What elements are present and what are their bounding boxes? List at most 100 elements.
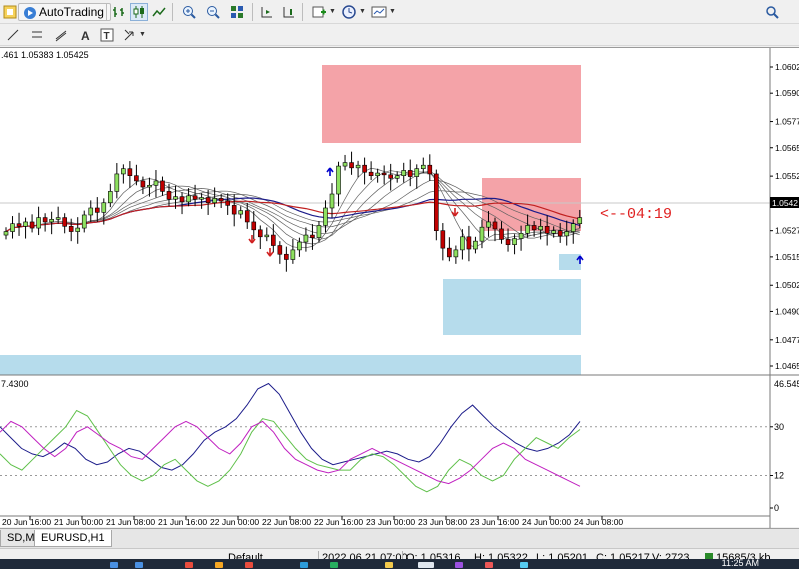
price-tick-label: 1.0565 (775, 143, 799, 153)
candle-body (551, 230, 556, 234)
candle-body (3, 231, 9, 236)
arrows-icon[interactable] (120, 26, 138, 44)
periods-dropdown-icon[interactable]: ▼ (359, 8, 366, 15)
zoom-in-icon[interactable] (180, 3, 198, 21)
arrows-dropdown-icon[interactable]: ▼ (139, 31, 146, 38)
time-tick-label: 22 Jun 00:00 (210, 517, 259, 527)
candle-body (453, 249, 459, 258)
candle-body (290, 249, 296, 260)
time-tick-label: 21 Jun 08:00 (106, 517, 155, 527)
candle-body (505, 239, 511, 245)
candle-body (114, 173, 120, 192)
candle-body (192, 195, 198, 200)
autotrading-label: AutoTrading (39, 5, 104, 19)
candle-body (179, 196, 185, 203)
candle-body (375, 172, 380, 176)
candle-body (121, 168, 126, 175)
candle-body (538, 226, 543, 231)
windows-taskbar: 11:25 AM (0, 559, 799, 569)
new-order-icon[interactable] (1, 3, 19, 21)
price-chart[interactable]: 30 12 0 1.0602 1.0590 1.0577 1.0565 1.0552 1.05… (0, 48, 799, 528)
symbol-ohlc-label: .461 1.05383 1.05425 (1, 50, 89, 60)
taskbar-app-icon[interactable] (385, 562, 393, 568)
candle-body (381, 172, 387, 176)
tile-windows-icon[interactable] (228, 3, 246, 21)
taskbar-app-icon[interactable] (330, 562, 338, 568)
taskbar-app-icon[interactable] (418, 562, 434, 568)
zoom-out-icon[interactable] (204, 3, 222, 21)
text-icon[interactable]: A (76, 26, 94, 44)
line-tool-icon[interactable] (4, 26, 22, 44)
candle-body (251, 221, 257, 231)
indicators-icon[interactable] (310, 3, 328, 21)
indicator-max-label: 46.5450 (774, 379, 799, 389)
candle-body (257, 229, 263, 238)
candle-body (349, 162, 354, 169)
price-zone (559, 254, 581, 270)
bar-chart-icon[interactable] (110, 3, 128, 21)
candle-body (420, 164, 426, 170)
time-tick-label: 20 Jun 16:00 (2, 517, 51, 527)
candle-body (473, 240, 478, 250)
candle-body (499, 228, 504, 240)
candle-body (401, 170, 407, 176)
indicators-dropdown-icon[interactable]: ▼ (329, 8, 336, 15)
candle-body (238, 210, 244, 215)
candle-body (434, 173, 439, 231)
chart-shift-icon[interactable] (280, 3, 298, 21)
candle-body (160, 180, 165, 192)
taskbar-app-icon[interactable] (245, 562, 253, 568)
buy-arrow-icon (326, 167, 334, 176)
taskbar-app-icon[interactable] (185, 562, 193, 568)
candle-body (68, 226, 74, 232)
candle-body (336, 165, 341, 195)
line-chart-icon[interactable] (150, 3, 168, 21)
taskbar-app-icon[interactable] (520, 562, 528, 568)
taskbar-app-icon[interactable] (135, 562, 143, 568)
candle-body (368, 171, 374, 176)
chart-window[interactable]: 30 12 0 1.0602 1.0590 1.0577 1.0565 1.0552 1.05… (0, 47, 799, 528)
candle-body (414, 168, 420, 177)
candle-body (127, 168, 133, 176)
candle-body (101, 202, 107, 213)
candle-body (486, 221, 491, 228)
candle-body (94, 207, 100, 213)
price-tick-label: 1.0465 (775, 361, 799, 371)
templates-icon[interactable] (370, 3, 388, 21)
candle-body (147, 184, 152, 188)
taskbar-app-icon[interactable] (455, 562, 463, 568)
price-tick-label: 1.0602 (775, 62, 799, 72)
candle-body (355, 164, 361, 169)
price-zone (443, 279, 581, 335)
candle-body (310, 234, 315, 238)
price-zone (322, 65, 581, 143)
candle-body (323, 207, 328, 226)
candle-body (394, 175, 400, 179)
candle-body (29, 221, 35, 229)
autotrading-button[interactable]: AutoTrading (18, 3, 111, 21)
taskbar-app-icon[interactable] (485, 562, 493, 568)
candle-body (512, 238, 517, 245)
taskbar-app-icon[interactable] (300, 562, 308, 568)
candle-body (16, 223, 22, 227)
templates-dropdown-icon[interactable]: ▼ (389, 8, 396, 15)
candle-body (205, 197, 211, 204)
periods-icon[interactable] (340, 3, 358, 21)
candlestick-icon[interactable] (130, 3, 148, 21)
text-label-icon[interactable]: T (98, 26, 116, 44)
candle-body (518, 233, 524, 239)
candle-body (153, 180, 159, 186)
sell-arrow-icon (266, 248, 274, 257)
tab-eurusd-h1[interactable]: EURUSD,H1 (34, 530, 112, 547)
candle-body (329, 193, 335, 209)
indicator-value-label: 7.4300 (1, 379, 29, 389)
search-icon[interactable] (763, 3, 781, 21)
auto-scroll-icon[interactable] (258, 3, 276, 21)
candle-body (466, 236, 472, 250)
trendline-icon[interactable] (52, 26, 70, 44)
taskbar-app-icon[interactable] (215, 562, 223, 568)
taskbar-app-icon[interactable] (110, 562, 118, 568)
horizontal-line-icon[interactable] (28, 26, 46, 44)
time-tick-label: 23 Jun 08:00 (418, 517, 467, 527)
price-tick-label: 1.0502 (775, 280, 799, 290)
